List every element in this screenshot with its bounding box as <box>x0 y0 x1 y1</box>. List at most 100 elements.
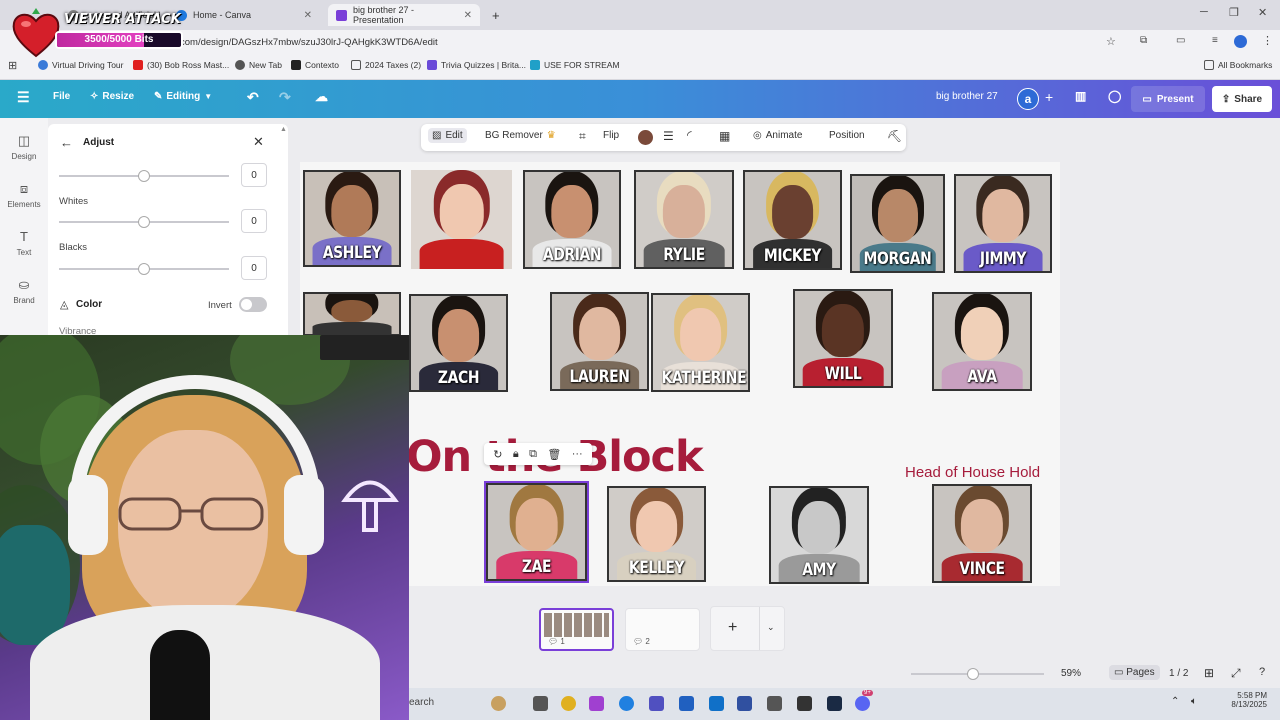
corner-rounding-icon[interactable]: ◜ <box>687 128 692 142</box>
head-of-household-label[interactable]: Head of House Hold <box>905 464 1040 481</box>
main-menu-icon[interactable]: ☰ <box>17 89 30 106</box>
profile-avatar[interactable] <box>1234 35 1247 48</box>
chrome-icon[interactable] <box>561 696 576 711</box>
taskbar-search[interactable]: earch <box>409 697 434 708</box>
flip-button[interactable]: Flip <box>603 130 619 141</box>
close-window-icon[interactable]: ✕ <box>1258 6 1267 19</box>
edit-image-button[interactable]: ▨ Edit <box>428 128 467 143</box>
close-panel-icon[interactable]: ✕ <box>253 134 264 150</box>
steam-icon[interactable] <box>827 696 842 711</box>
apps-grid-icon[interactable]: ⊞ <box>8 59 17 72</box>
document-title[interactable]: big brother 27 <box>936 91 998 102</box>
contestant-photo-amy[interactable]: AMY <box>769 486 869 584</box>
invert-toggle[interactable] <box>239 297 267 312</box>
contestant-photo-rylie[interactable]: RYLIE <box>634 170 734 269</box>
delete-icon[interactable]: 🗑︎ <box>547 448 561 461</box>
slider-knob[interactable] <box>138 263 150 275</box>
bookmark-new-tab[interactable]: New Tab <box>235 60 282 70</box>
rail-design[interactable]: ◫ Design <box>0 134 48 162</box>
address-bar[interactable]: com/design/DAGszHx7mbw/szuJ30lrJ-QAHgkK3… <box>180 33 1100 51</box>
contestant-photo-ava[interactable]: AVA <box>932 292 1032 391</box>
contestant-photo-jimmy[interactable]: JIMMY <box>954 174 1052 273</box>
slider-value-input[interactable]: 0 <box>241 163 267 187</box>
blacks-value-input[interactable]: 0 <box>241 256 267 280</box>
more-menu-icon[interactable]: ⋮ <box>1262 34 1273 47</box>
app-icon[interactable] <box>737 696 752 711</box>
contestant-photo-mickey[interactable]: MICKEY <box>743 170 842 270</box>
close-tab-icon[interactable]: ✕ <box>304 10 312 21</box>
media-icon[interactable]: ≡ <box>1212 35 1218 46</box>
adjust-slider-top[interactable] <box>59 170 229 182</box>
page-thumbnail-2[interactable]: 💬︎ 2 <box>625 608 700 651</box>
maximize-icon[interactable]: ❐ <box>1229 6 1239 19</box>
teams-icon[interactable] <box>649 696 664 711</box>
cast-icon[interactable]: ▭ <box>1176 35 1185 46</box>
contestant-photo-morgan[interactable]: MORGAN <box>850 174 945 273</box>
rotate-icon[interactable]: ↻ <box>493 448 502 461</box>
pages-button[interactable]: ▭ Pages <box>1109 665 1160 680</box>
contestant-photo-ashley[interactable]: ASHLEY <box>303 170 401 267</box>
contestant-photo-unlabeled-7[interactable] <box>303 292 401 336</box>
crop-icon[interactable]: ⌗ <box>579 129 586 144</box>
add-collaborator-icon[interactable]: + <box>1045 89 1053 105</box>
contestant-photo-lauren[interactable]: LAUREN <box>550 292 649 391</box>
bookmark-taxes-folder[interactable]: 2024 Taxes (2) <box>351 60 421 70</box>
capcut-icon[interactable] <box>797 696 812 711</box>
extensions-icon[interactable]: ⧉ <box>1140 35 1147 46</box>
position-button[interactable]: Position <box>829 130 865 141</box>
slider-knob[interactable] <box>138 170 150 182</box>
contestant-photo-unlabeled-1[interactable] <box>411 170 512 269</box>
border-style-icon[interactable]: ☰ <box>663 129 674 143</box>
animate-button[interactable]: ◎ Animate <box>753 130 802 141</box>
edge-icon[interactable] <box>619 696 634 711</box>
add-page-button[interactable]: + ⌄ <box>710 606 785 651</box>
outlook-icon[interactable] <box>709 696 724 711</box>
zoom-slider-knob[interactable] <box>967 668 979 680</box>
chevron-down-icon[interactable]: ⌄ <box>767 622 775 633</box>
contestant-photo-will[interactable]: WILL <box>793 289 893 388</box>
tray-chevron-icon[interactable]: ⌃ <box>1171 696 1179 707</box>
whites-value-input[interactable]: 0 <box>241 209 267 233</box>
bookmark-trivia[interactable]: Trivia Quizzes | Brita... <box>427 60 526 70</box>
xbox-icon[interactable] <box>767 696 782 711</box>
collaborator-avatar[interactable]: a <box>1017 88 1039 110</box>
volume-icon[interactable]: 🔈︎ <box>1191 696 1197 707</box>
browser-tab-canva-home[interactable]: Home - Canva ✕ <box>168 4 320 26</box>
contestant-photo-kelley[interactable]: KELLEY <box>607 486 706 582</box>
contestant-photo-katherine[interactable]: KATHERINE <box>651 293 750 392</box>
blacks-slider[interactable] <box>59 263 229 275</box>
share-button[interactable]: ⇪ Share <box>1212 86 1272 112</box>
panel-scrollbar[interactable]: ▲ <box>280 126 287 134</box>
new-tab-button[interactable]: + <box>484 4 504 26</box>
zoom-slider[interactable] <box>911 668 1044 680</box>
insights-chart-icon[interactable]: ▥ <box>1075 89 1086 103</box>
rail-elements[interactable]: ⧈ Elements <box>0 182 48 210</box>
more-options-icon[interactable]: ··· <box>572 448 583 460</box>
back-arrow-icon[interactable]: ← <box>60 135 73 150</box>
copy-style-paint-roller-icon[interactable]: ⛏ <box>887 129 902 143</box>
fullscreen-icon[interactable]: ⤢ <box>1231 666 1241 681</box>
bookmark-use-for-stream[interactable]: USE FOR STREAM <box>530 60 620 70</box>
contestant-photo-zae[interactable]: ZAE <box>484 481 589 583</box>
bg-remover-button[interactable]: BG Remover ♛ <box>485 130 556 141</box>
contestant-photo-zach[interactable]: ZACH <box>409 294 508 392</box>
rail-text[interactable]: T Text <box>0 230 48 258</box>
all-bookmarks[interactable]: All Bookmarks <box>1204 60 1272 70</box>
slider-knob[interactable] <box>138 216 150 228</box>
zoom-level[interactable]: 59% <box>1061 668 1081 679</box>
bookmark-star-icon[interactable]: ☆ <box>1106 35 1116 48</box>
word-icon[interactable] <box>679 696 694 711</box>
duplicate-icon[interactable]: ⧉ <box>529 448 537 461</box>
contestant-photo-vince[interactable]: VINCE <box>932 484 1032 583</box>
comments-icon[interactable]: ◯ <box>1108 89 1121 103</box>
bookmark-contexto[interactable]: Contexto <box>291 60 339 70</box>
bookmark-virtual-driving[interactable]: Virtual Driving Tour <box>38 60 124 70</box>
bookmark-bob-ross[interactable]: (30) Bob Ross Mast... <box>133 60 229 70</box>
present-button[interactable]: ▭ Present <box>1131 86 1205 112</box>
help-icon[interactable]: ? <box>1259 666 1265 678</box>
file-menu[interactable]: File <box>53 91 70 102</box>
border-color-swatch[interactable] <box>638 130 653 145</box>
lock-icon[interactable]: 🔒︎ <box>513 448 519 461</box>
page-thumbnail-1[interactable]: 💬︎ 1 <box>539 608 614 651</box>
rail-brand[interactable]: ⛀ Brand <box>0 278 48 306</box>
